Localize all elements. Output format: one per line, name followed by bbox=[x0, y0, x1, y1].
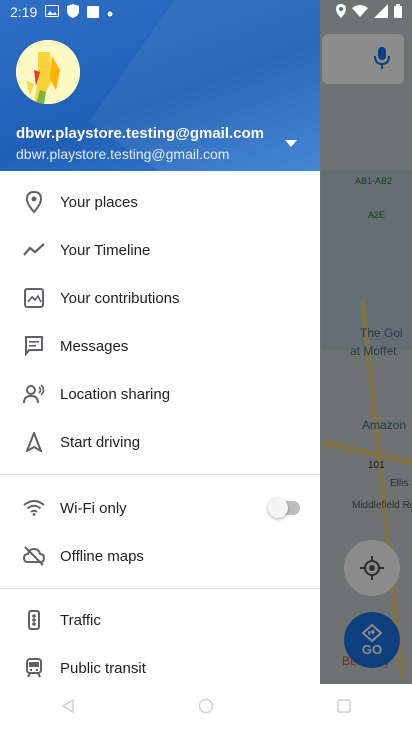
menu-item-offline-maps[interactable]: Offline maps bbox=[0, 532, 320, 580]
account-header: dbwr.playstore.testing@gmail.com dbwr.pl… bbox=[0, 0, 320, 171]
switch-knob bbox=[268, 498, 288, 518]
navigation-drawer: dbwr.playstore.testing@gmail.com dbwr.pl… bbox=[0, 0, 320, 684]
system-nav-bar bbox=[0, 684, 412, 732]
dot-icon bbox=[107, 4, 113, 20]
menu-label: Your contributions bbox=[60, 289, 180, 307]
timeline-icon bbox=[22, 238, 46, 262]
account-name: dbwr.playstore.testing@gmail.com bbox=[16, 125, 265, 142]
caret-down-icon[interactable] bbox=[284, 136, 298, 154]
menu-label: Location sharing bbox=[60, 385, 171, 403]
message-icon bbox=[22, 334, 46, 358]
menu-item-your-contributions[interactable]: Your contributions bbox=[0, 274, 320, 322]
status-bar: 2:19 bbox=[0, 0, 412, 24]
menu-item-traffic[interactable]: Traffic bbox=[0, 596, 320, 644]
status-time: 2:19 bbox=[10, 4, 38, 20]
divider bbox=[0, 474, 320, 475]
location-icon bbox=[336, 3, 346, 21]
wifi-only-switch[interactable] bbox=[268, 498, 300, 518]
train-icon bbox=[22, 656, 46, 680]
menu-label: Wi-Fi only bbox=[60, 499, 127, 517]
menu-item-messages[interactable]: Messages bbox=[0, 322, 320, 370]
menu-item-your-places[interactable]: Your places bbox=[0, 178, 320, 226]
account-email: dbwr.playstore.testing@gmail.com bbox=[16, 146, 230, 162]
recents-icon[interactable] bbox=[336, 698, 351, 718]
menu-item-start-driving[interactable]: Start driving bbox=[0, 418, 320, 466]
divider bbox=[0, 588, 320, 589]
wifi-icon bbox=[352, 4, 368, 20]
signal-icon bbox=[374, 3, 388, 21]
home-icon[interactable] bbox=[198, 698, 214, 719]
cloud-off-icon bbox=[22, 544, 46, 568]
photos-icon bbox=[45, 4, 60, 20]
back-icon[interactable] bbox=[61, 698, 75, 718]
menu-item-location-sharing[interactable]: Location sharing bbox=[0, 370, 320, 418]
menu-label: Your places bbox=[60, 193, 138, 211]
menu-label: Your Timeline bbox=[60, 241, 151, 259]
contributions-icon bbox=[22, 286, 46, 310]
menu-label: Messages bbox=[60, 337, 129, 355]
menu-item-your-timeline[interactable]: Your Timeline bbox=[0, 226, 320, 274]
avatar[interactable] bbox=[16, 40, 80, 104]
navigation-arrow-icon bbox=[22, 430, 46, 454]
menu-label: Public transit bbox=[60, 659, 146, 677]
menu-item-wifi-only[interactable]: Wi-Fi only bbox=[0, 484, 320, 532]
place-pin-icon bbox=[22, 190, 46, 214]
menu-label: Start driving bbox=[60, 433, 141, 451]
menu-item-public-transit[interactable]: Public transit bbox=[0, 644, 320, 684]
shield-icon bbox=[67, 3, 80, 21]
traffic-light-icon bbox=[22, 608, 46, 632]
avatar-image bbox=[16, 40, 80, 104]
location-sharing-icon bbox=[22, 382, 46, 406]
menu-label: Traffic bbox=[60, 611, 101, 629]
battery-icon bbox=[394, 3, 402, 21]
wifi-icon bbox=[22, 496, 46, 520]
menu-label: Offline maps bbox=[60, 547, 144, 565]
storage-icon bbox=[87, 4, 100, 21]
